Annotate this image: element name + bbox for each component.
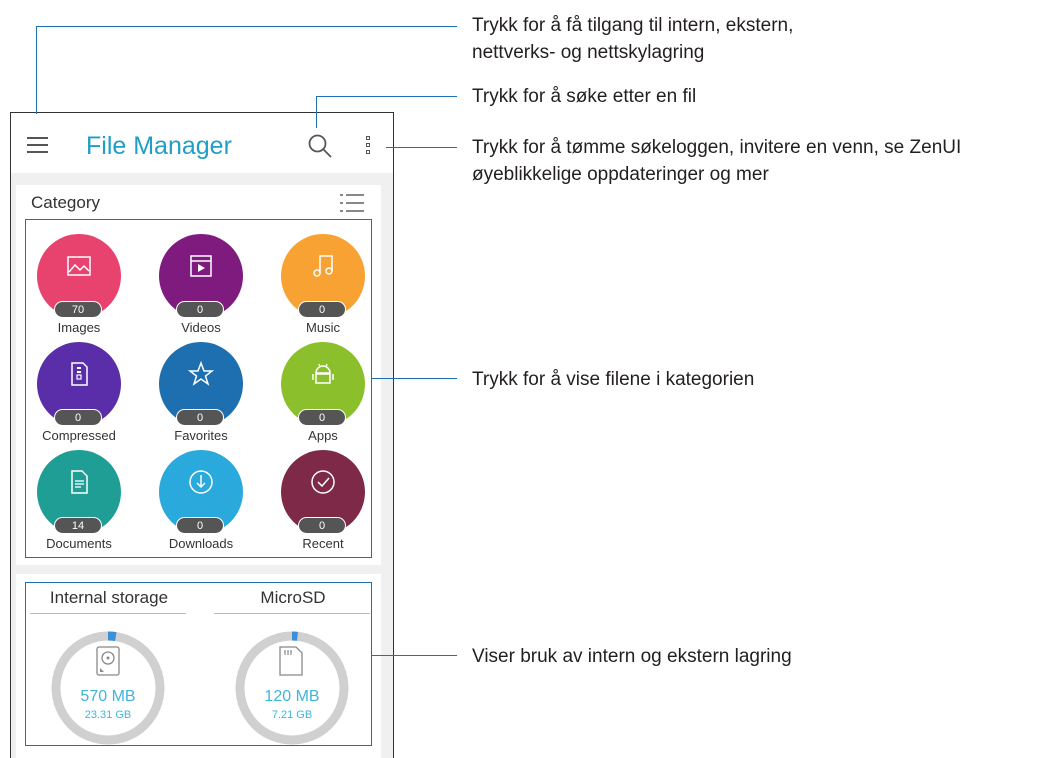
category-images[interactable]: 70 Images <box>24 230 134 340</box>
compressed-count-badge: 0 <box>54 409 102 426</box>
zip-file-icon <box>71 362 88 386</box>
callout-search: Trykk for å søke etter en fil <box>472 86 697 107</box>
document-icon <box>71 470 88 494</box>
category-documents[interactable]: 14 Documents <box>24 446 134 556</box>
callout-line-overflow <box>386 147 457 148</box>
callout-line-search-horizontal <box>316 96 457 97</box>
list-view-icon[interactable] <box>340 194 364 212</box>
internal-total-value: 23.31 GB <box>84 709 132 721</box>
star-icon <box>188 361 214 386</box>
videos-label: Videos <box>181 320 221 335</box>
images-label: Images <box>57 320 101 335</box>
callout-category: Trykk for å vise filene i kategorien <box>472 369 755 390</box>
favorites-label: Favorites <box>174 428 228 443</box>
tab-microsd[interactable]: MicroSD <box>216 588 370 608</box>
app-bar: File Manager <box>11 113 393 173</box>
compressed-label: Compressed <box>42 428 116 443</box>
documents-count-badge: 14 <box>54 517 102 534</box>
category-music[interactable]: 0 Music <box>268 230 378 340</box>
internal-used-value: 570 MB <box>80 688 136 705</box>
sd-card-icon <box>279 646 303 676</box>
hamburger-menu-icon[interactable] <box>27 137 48 153</box>
downloads-label: Downloads <box>168 536 234 551</box>
hard-drive-icon <box>96 646 120 676</box>
apps-label: Apps <box>308 428 338 443</box>
android-icon <box>312 363 334 384</box>
download-icon <box>189 470 213 494</box>
category-compressed[interactable]: 0 Compressed <box>24 338 134 448</box>
callout-line-menu-horizontal <box>36 26 457 27</box>
overflow-menu-icon[interactable] <box>364 136 372 158</box>
callout-line-storage <box>371 655 457 656</box>
favorites-count-badge: 0 <box>176 409 224 426</box>
callout-overflow-line2: øyeblikkelige oppdateringer og mer <box>472 164 769 185</box>
recent-label: Recent <box>302 536 344 551</box>
music-label: Music <box>306 320 340 335</box>
category-recent[interactable]: 0 Recent <box>268 446 378 556</box>
microsd-used-value: 120 MB <box>264 688 320 705</box>
callout-line-search-vertical <box>316 96 317 128</box>
tab-microsd-underline <box>214 613 370 614</box>
callout-menu-line2: nettverks- og nettskylagring <box>472 42 705 63</box>
check-circle-icon <box>311 470 335 494</box>
videos-count-badge: 0 <box>176 301 224 318</box>
tab-internal-storage[interactable]: Internal storage <box>32 588 186 608</box>
recent-count-badge: 0 <box>298 517 346 534</box>
category-videos[interactable]: 0 Videos <box>146 230 256 340</box>
tab-internal-underline <box>30 613 186 614</box>
images-count-badge: 70 <box>54 301 102 318</box>
video-icon <box>190 255 212 277</box>
category-favorites[interactable]: 0 Favorites <box>146 338 256 448</box>
search-icon[interactable] <box>307 133 333 159</box>
category-title: Category <box>31 193 100 212</box>
category-apps[interactable]: 0 Apps <box>268 338 378 448</box>
music-count-badge: 0 <box>298 301 346 318</box>
microsd-total-value: 7.21 GB <box>271 709 313 721</box>
documents-label: Documents <box>46 536 112 551</box>
app-title: File Manager <box>86 132 232 160</box>
downloads-count-badge: 0 <box>176 517 224 534</box>
apps-count-badge: 0 <box>298 409 346 426</box>
callout-line-menu-vertical <box>36 26 37 114</box>
callout-menu-line1: Trykk for å få tilgang til intern, ekste… <box>472 15 794 36</box>
callout-overflow-line1: Trykk for å tømme søkeloggen, invitere e… <box>472 137 962 158</box>
callout-storage: Viser bruk av intern og ekstern lagring <box>472 646 792 667</box>
image-icon <box>67 256 91 276</box>
category-downloads[interactable]: 0 Downloads <box>146 446 256 556</box>
callout-line-category <box>371 378 457 379</box>
music-icon <box>313 255 333 277</box>
